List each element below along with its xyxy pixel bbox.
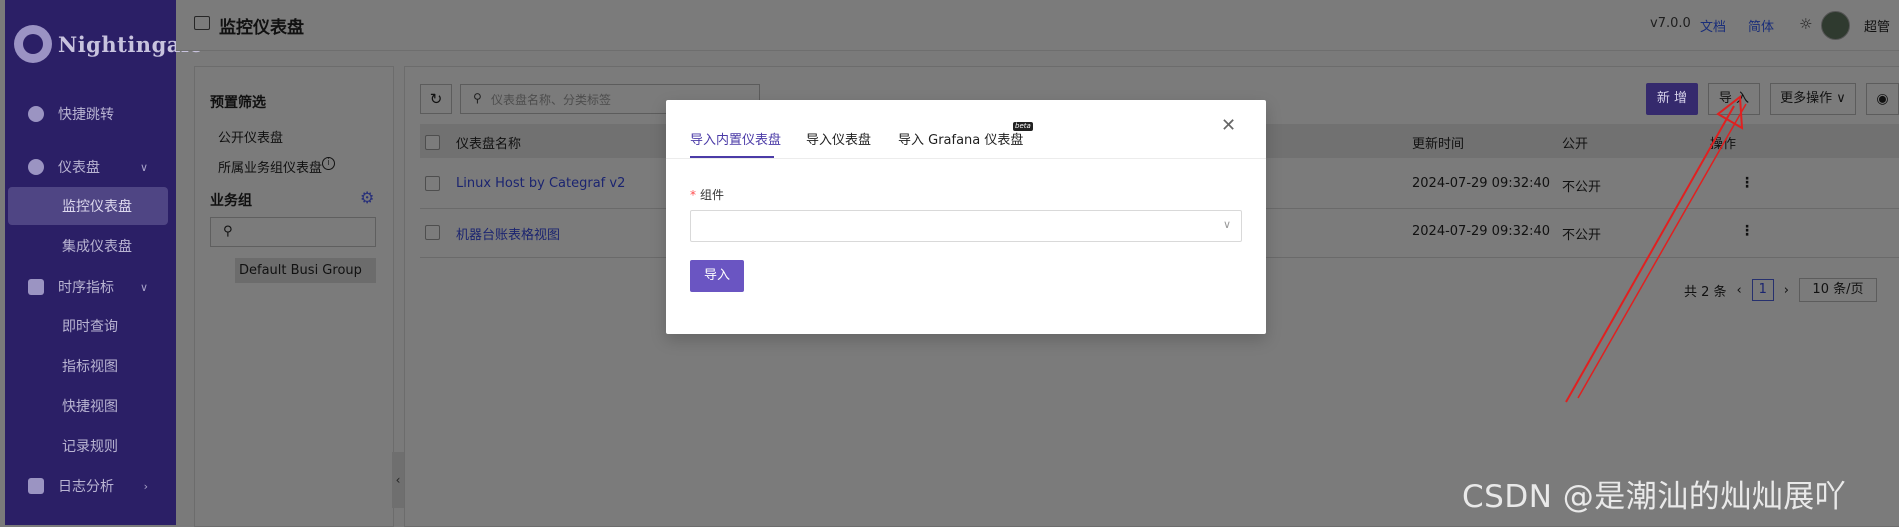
info-icon[interactable]: i [322, 157, 335, 170]
sidebar-item-dashboards[interactable]: 仪表盘 ∨ [8, 148, 168, 186]
sidebar-item-label: 快捷跳转 [58, 107, 114, 123]
sidebar-item-recording-rules[interactable]: 记录规则 [8, 427, 168, 465]
dashboard-icon [28, 159, 44, 175]
pagination-current-page[interactable]: 1 [1751, 279, 1774, 301]
nightingale-logo-icon [14, 25, 52, 63]
panel-collapse-handle[interactable]: ‹ [392, 452, 404, 508]
row-actions-icon[interactable]: ⋮ [1740, 175, 1754, 191]
import-modal: 导入内置仪表盘 导入仪表盘 导入 Grafana 仪表盘 beta ✕ * 组件 … [666, 100, 1266, 334]
required-marker: * [690, 188, 696, 202]
close-icon[interactable]: ✕ [1221, 115, 1236, 136]
log-icon [28, 478, 44, 494]
user-name[interactable]: 超管 [1864, 16, 1890, 35]
dashboard-name-link[interactable]: 机器台账表格视图 [456, 224, 560, 243]
language-switch[interactable]: 简体 [1748, 16, 1774, 35]
row-checkbox[interactable] [425, 225, 440, 240]
public-status: 不公开 [1562, 180, 1602, 195]
column-header-actions: 操作 [1710, 137, 1737, 152]
column-header-name: 仪表盘名称 [456, 137, 522, 152]
sidebar-item-instant-query[interactable]: 即时查询 [8, 307, 168, 345]
more-actions-label: 更多操作 [1780, 91, 1833, 106]
watermark: CSDN @是潮汕的灿灿展吖 [1462, 479, 1847, 515]
page-size-select[interactable]: 10 条/页 [1798, 278, 1877, 302]
tab-import-builtin[interactable]: 导入内置仪表盘 [690, 129, 781, 148]
sidebar-item-log-analysis[interactable]: 日志分析 › [8, 467, 168, 505]
sidebar-item-label: 即时查询 [62, 319, 118, 335]
pagination: 共 2 条 ‹ 1 › 10 条/页 [1684, 278, 1877, 302]
preset-filter-title: 预置筛选 [210, 95, 266, 111]
filter-public-dashboards[interactable]: 公开仪表盘 [218, 127, 283, 146]
chevron-down-icon: ∨ [139, 160, 148, 174]
sidebar-item-label: 指标视图 [62, 359, 118, 375]
sidebar-item-label: 仪表盘 [58, 160, 100, 176]
version-label: v7.0.0 [1650, 16, 1691, 31]
logo[interactable]: Nightingale [14, 22, 203, 66]
tab-import-grafana[interactable]: 导入 Grafana 仪表盘 [898, 129, 1023, 148]
column-header-public: 公开 [1562, 137, 1589, 152]
chevron-down-icon: ∨ [139, 280, 148, 294]
filter-busi-group-dashboards[interactable]: 所属业务组仪表盘 [218, 157, 322, 176]
sidebar-item-timeseries[interactable]: 时序指标 ∨ [8, 268, 168, 306]
gear-icon[interactable]: ⚙ [360, 188, 374, 207]
sidebar-item-metric-view[interactable]: 指标视图 [8, 347, 168, 385]
tab-divider [666, 158, 1266, 159]
column-header-updated: 更新时间 [1412, 137, 1465, 152]
sidebar-item-integration-dashboards[interactable]: 集成仪表盘 [8, 227, 168, 265]
sidebar-item-label: 快捷视图 [62, 399, 118, 415]
top-header [176, 0, 1899, 51]
pagination-total: 共 2 条 [1684, 284, 1727, 300]
component-label: * 组件 [690, 186, 724, 203]
add-dashboard-button[interactable]: 新 增 [1646, 83, 1698, 115]
search-icon [28, 106, 44, 122]
eye-icon[interactable]: ◉ [1866, 83, 1899, 115]
chevron-down-icon: ∨ [1222, 218, 1231, 231]
row-actions-icon[interactable]: ⋮ [1740, 223, 1754, 239]
sidebar-item-monitor-dashboards[interactable]: 监控仪表盘 [8, 187, 168, 225]
busi-group-item[interactable]: Default Busi Group [235, 258, 376, 283]
line-chart-icon [28, 279, 44, 295]
sidebar-item-label: 记录规则 [62, 439, 118, 455]
refresh-button[interactable]: ↻ [420, 84, 452, 114]
sidebar-item-quick-jump[interactable]: 快捷跳转 [8, 95, 168, 133]
beta-badge: beta [1013, 122, 1033, 131]
sidebar-item-label: 集成仪表盘 [62, 239, 132, 255]
component-label-text: 组件 [700, 188, 725, 202]
docs-link[interactable]: 文档 [1700, 16, 1726, 35]
chevron-down-icon: ∨ [1832, 91, 1846, 106]
updated-time: 2024-07-29 09:32:40 [1412, 176, 1551, 191]
dashboard-name-link[interactable]: Linux Host by Categraf v2 [456, 176, 625, 191]
search-icon: ⚲ [473, 91, 482, 105]
sidebar-item-label: 监控仪表盘 [62, 199, 132, 215]
public-status: 不公开 [1562, 228, 1602, 243]
tab-import-dashboard[interactable]: 导入仪表盘 [806, 129, 871, 148]
select-all-checkbox[interactable] [425, 135, 440, 150]
search-icon: ⚲ [223, 224, 233, 239]
sidebar-item-quick-view[interactable]: 快捷视图 [8, 387, 168, 425]
component-select[interactable]: ∨ [690, 210, 1242, 242]
busi-group-search-input[interactable]: ⚲ [210, 217, 376, 247]
row-checkbox[interactable] [425, 176, 440, 191]
more-actions-button[interactable]: 更多操作 ∨ [1770, 83, 1856, 115]
updated-time: 2024-07-29 09:32:40 [1412, 224, 1551, 239]
page-title: 监控仪表盘 [219, 18, 304, 38]
sun-icon[interactable]: ☼ [1799, 15, 1812, 33]
sidebar-item-label: 时序指标 [58, 280, 114, 296]
busi-group-title: 业务组 [210, 193, 252, 209]
avatar[interactable] [1821, 11, 1850, 40]
sidebar-item-label: 日志分析 [58, 479, 114, 495]
dashboard-page-icon [194, 16, 210, 30]
chevron-left-icon[interactable]: ‹ [1737, 283, 1742, 298]
chevron-right-icon[interactable]: › [1784, 283, 1789, 298]
modal-import-button[interactable]: 导入 [690, 260, 744, 292]
chevron-right-icon: › [143, 479, 148, 493]
import-dashboard-button[interactable]: 导 入 [1708, 83, 1760, 115]
